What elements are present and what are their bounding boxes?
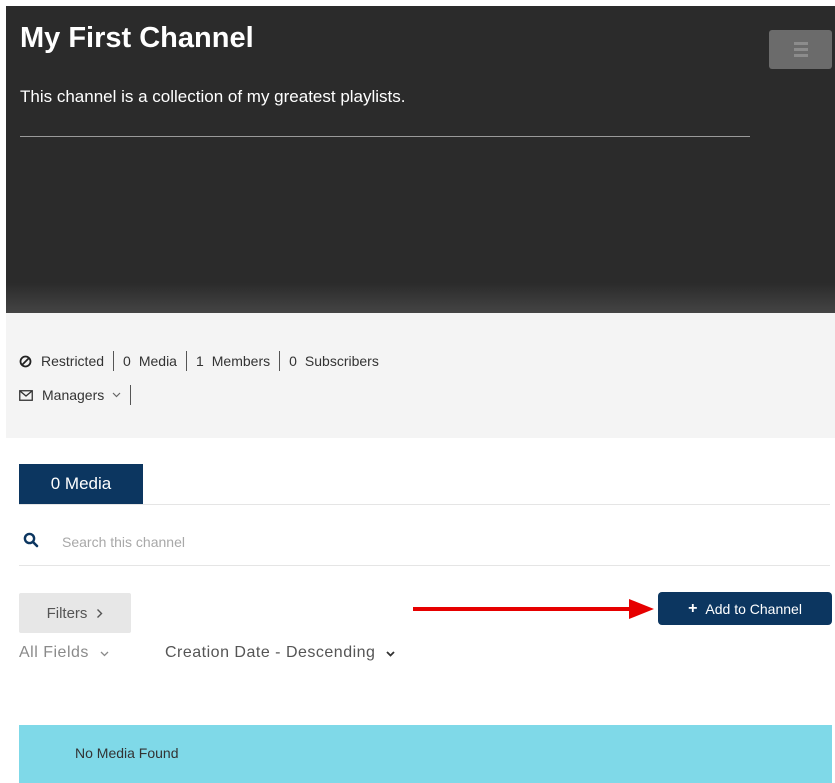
no-media-message: No Media Found: [75, 745, 179, 761]
search-icon[interactable]: [23, 532, 39, 553]
subscribers-label: Subscribers: [304, 353, 379, 369]
no-media-alert: No Media Found: [19, 725, 832, 783]
field-filter-dropdown[interactable]: All Fields: [19, 644, 109, 662]
members-count: 1: [195, 353, 204, 369]
channel-description: This channel is a collection of my great…: [20, 87, 406, 106]
subscribers-count: 0: [289, 353, 297, 369]
sort-order-label: Creation Date - Descending: [165, 644, 376, 661]
ban-circle-icon: [19, 355, 32, 368]
menu-icon-line: [794, 54, 808, 57]
chevron-down-icon: [100, 644, 109, 661]
channel-info-bar: Restricted 0 Media 1 Members 0 Subscribe…: [6, 313, 835, 438]
channel-stats: Restricted 0 Media 1 Members 0 Subscribe…: [19, 351, 379, 371]
managers-label: Managers: [42, 387, 105, 403]
media-label: Media: [138, 353, 177, 369]
tab-underline: [19, 504, 830, 505]
add-to-channel-label: Add to Channel: [705, 600, 802, 617]
header-fade: [6, 283, 835, 313]
members-label: Members: [211, 353, 271, 369]
menu-icon: [794, 42, 808, 45]
restricted-label: Restricted: [41, 353, 105, 369]
plus-icon: +: [688, 599, 698, 617]
divider: [113, 351, 115, 371]
managers-dropdown[interactable]: Managers: [42, 387, 121, 403]
divider: [279, 351, 281, 371]
tab-media[interactable]: 0 Media: [19, 464, 143, 504]
filters-label: Filters: [46, 604, 88, 622]
search-divider: [19, 565, 830, 566]
divider: [185, 351, 187, 371]
channel-title: My First Channel: [20, 22, 254, 54]
chevron-down-icon: [386, 644, 396, 661]
add-to-channel-button[interactable]: + Add to Channel: [658, 592, 832, 625]
menu-icon-line: [794, 48, 808, 51]
annotation-arrow-icon: [413, 599, 654, 619]
media-count: 0: [123, 353, 131, 369]
channel-menu-button[interactable]: [769, 30, 832, 69]
channel-header: My First Channel This channel is a colle…: [6, 6, 835, 313]
field-filter-label: All Fields: [19, 644, 89, 661]
search-input[interactable]: [60, 529, 804, 555]
chevron-right-icon: [96, 608, 103, 619]
divider: [130, 385, 132, 405]
managers-row: Managers: [19, 385, 140, 405]
chevron-down-icon: [112, 392, 121, 398]
envelope-icon: [19, 389, 33, 401]
header-divider: [20, 136, 750, 137]
filters-button[interactable]: Filters: [19, 593, 131, 633]
sort-order-dropdown[interactable]: Creation Date - Descending: [165, 644, 396, 662]
